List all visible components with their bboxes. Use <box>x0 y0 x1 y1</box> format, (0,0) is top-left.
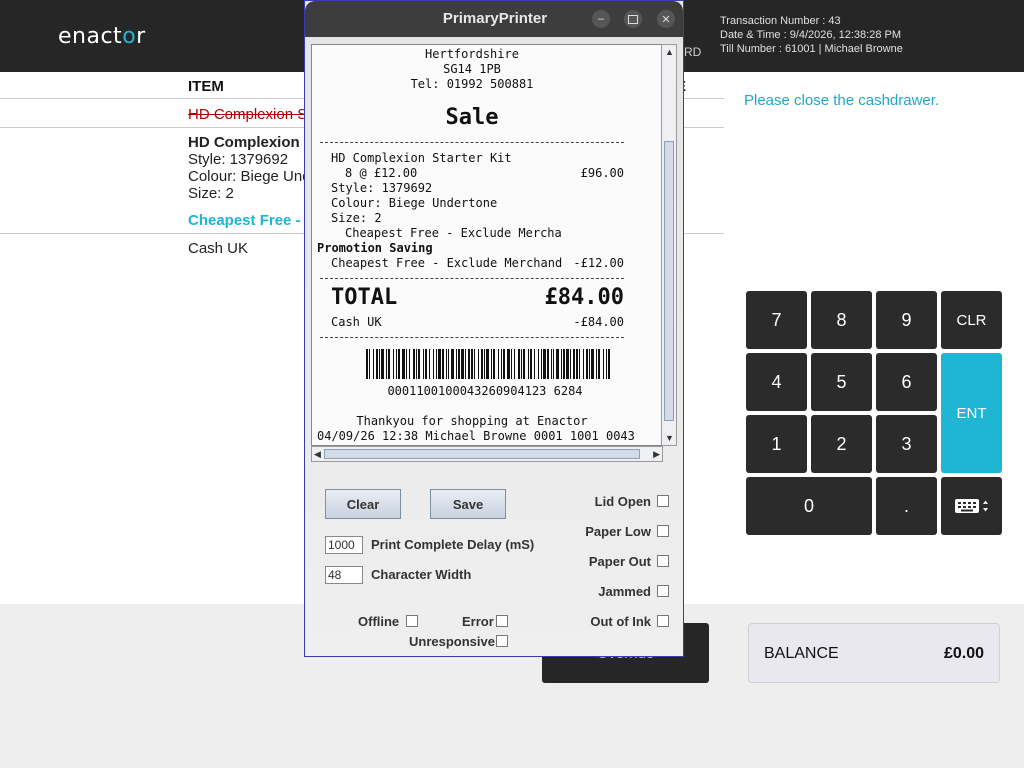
scroll-down-icon[interactable]: ▼ <box>665 433 674 443</box>
minimize-icon: – <box>597 13 605 25</box>
key-5[interactable]: 5 <box>811 353 872 411</box>
till-number: Till Number : 61001 | Michael Browne <box>720 43 903 55</box>
receipt-tender-label: Cash UK <box>331 315 382 329</box>
print-delay-label: Print Complete Delay (mS) <box>371 537 535 552</box>
key-9[interactable]: 9 <box>876 291 937 349</box>
vertical-scroll-thumb[interactable] <box>664 141 674 421</box>
basket-row-tender[interactable]: Cash UK <box>188 240 248 257</box>
close-icon: ✕ <box>661 13 671 26</box>
character-width-label: Character Width <box>371 567 472 582</box>
receipt-view[interactable]: Hertfordshire SG14 1PB Tel: 01992 500881… <box>311 44 663 446</box>
character-width-input[interactable] <box>325 566 363 584</box>
keyboard-icon <box>954 499 988 513</box>
receipt-promo-amount: -£12.00 <box>573 256 624 270</box>
receipt-telephone: Tel: 01992 500881 <box>410 77 534 91</box>
scroll-up-icon[interactable]: ▲ <box>665 47 674 57</box>
balance-box: BALANCE £0.00 <box>748 623 1000 683</box>
transaction-number: Transaction Number : 43 <box>720 15 841 27</box>
lid-open-checkbox[interactable] <box>657 495 669 507</box>
key-decimal[interactable]: . <box>876 477 937 535</box>
keyboard-toggle-button[interactable] <box>941 477 1002 535</box>
printer-window: PrimaryPrinter – ✕ Hertfordshire SG14 1P… <box>304 0 684 657</box>
date-time: Date & Time : 9/4/2026, 12:38:28 PM <box>720 29 901 41</box>
basket-row-item-name[interactable]: HD Complexion <box>188 134 300 151</box>
maximize-button[interactable] <box>624 10 642 28</box>
balance-label: BALANCE <box>764 645 839 662</box>
balance-value: £0.00 <box>943 645 984 662</box>
receipt-address-line: Hertfordshire <box>425 47 519 61</box>
header-partial-label: RD <box>684 45 702 59</box>
unresponsive-label: Unresponsive <box>409 634 495 649</box>
basket-row-colour: Colour: Biege Und <box>188 168 311 185</box>
key-6[interactable]: 6 <box>876 353 937 411</box>
maximize-icon <box>628 14 638 24</box>
receipt-item-colour: Colour: Biege Undertone <box>331 196 498 210</box>
receipt-separator <box>320 278 624 279</box>
key-clear[interactable]: CLR <box>941 291 1002 349</box>
receipt-tender-value: -£84.00 <box>573 315 624 329</box>
receipt-promo-description: Cheapest Free - Exclude Merchand <box>331 256 563 270</box>
key-2[interactable]: 2 <box>811 415 872 473</box>
basket-row-size: Size: 2 <box>188 185 234 202</box>
paper-out-checkbox[interactable] <box>657 555 669 567</box>
scroll-left-icon[interactable]: ◀ <box>314 449 321 460</box>
clear-button[interactable]: Clear <box>325 489 401 519</box>
receipt-item-name: HD Complexion Starter Kit <box>331 151 512 165</box>
receipt-promo-heading: Promotion Saving <box>317 241 433 255</box>
receipt-thanks: Thankyou for shopping at Enactor <box>356 414 588 428</box>
unresponsive-checkbox[interactable] <box>496 635 508 647</box>
key-0[interactable]: 0 <box>746 477 872 535</box>
basket-row-promotion[interactable]: Cheapest Free - <box>188 212 301 229</box>
basket-row-style: Style: 1379692 <box>188 151 289 168</box>
out-of-ink-checkbox[interactable] <box>657 615 669 627</box>
paper-low-checkbox[interactable] <box>657 525 669 537</box>
offline-label: Offline <box>358 614 400 629</box>
key-1[interactable]: 1 <box>746 415 807 473</box>
jammed-checkbox[interactable] <box>657 585 669 597</box>
key-8[interactable]: 8 <box>811 291 872 349</box>
receipt-item-qty: 8 @ £12.00 <box>345 166 418 180</box>
receipt-item-promotion: Cheapest Free - Exclude Mercha <box>345 226 562 240</box>
print-delay-input[interactable] <box>325 536 363 554</box>
receipt-separator <box>320 142 624 143</box>
out-of-ink-label: Out of Ink <box>590 614 651 629</box>
prompt-message: Please close the cashdrawer. <box>744 92 940 109</box>
minimize-button[interactable]: – <box>592 10 610 28</box>
key-3[interactable]: 3 <box>876 415 937 473</box>
receipt-item-size: Size: 2 <box>331 211 382 225</box>
scroll-right-icon[interactable]: ▶ <box>653 449 660 460</box>
error-checkbox[interactable] <box>496 615 508 627</box>
receipt-item-style: Style: 1379692 <box>331 181 433 195</box>
paper-low-label: Paper Low <box>585 524 651 539</box>
key-7[interactable]: 7 <box>746 291 807 349</box>
jammed-label: Jammed <box>598 584 651 599</box>
lid-open-label: Lid Open <box>594 494 651 509</box>
save-button[interactable]: Save <box>430 489 506 519</box>
key-4[interactable]: 4 <box>746 353 807 411</box>
receipt-postcode: SG14 1PB <box>443 62 501 76</box>
receipt-barcode <box>366 349 610 379</box>
receipt-total-value: £84.00 <box>544 285 624 310</box>
close-button[interactable]: ✕ <box>657 10 675 28</box>
receipt-barcode-number: 0001100100043260904123 6284 <box>387 384 583 398</box>
receipt-total-label: TOTAL <box>331 285 398 310</box>
column-header-item: ITEM <box>188 78 224 95</box>
receipt-footer: 04/09/26 12:38 Michael Browne 0001 1001 … <box>317 429 635 443</box>
enactor-logo: enactor <box>58 24 146 49</box>
receipt-heading: Sale <box>445 105 499 130</box>
key-enter[interactable]: ENT <box>941 353 1002 473</box>
paper-out-label: Paper Out <box>588 554 651 569</box>
error-label: Error <box>462 614 494 629</box>
offline-checkbox[interactable] <box>406 615 418 627</box>
receipt-separator <box>320 337 624 338</box>
receipt-item-amount: £96.00 <box>580 166 624 180</box>
horizontal-scrollbar[interactable]: ◀ ▶ <box>311 446 663 462</box>
horizontal-scroll-thumb[interactable] <box>324 449 640 459</box>
vertical-scrollbar[interactable]: ▲ ▼ <box>661 44 677 446</box>
basket-row-voided[interactable]: HD Complexion S <box>188 106 307 123</box>
